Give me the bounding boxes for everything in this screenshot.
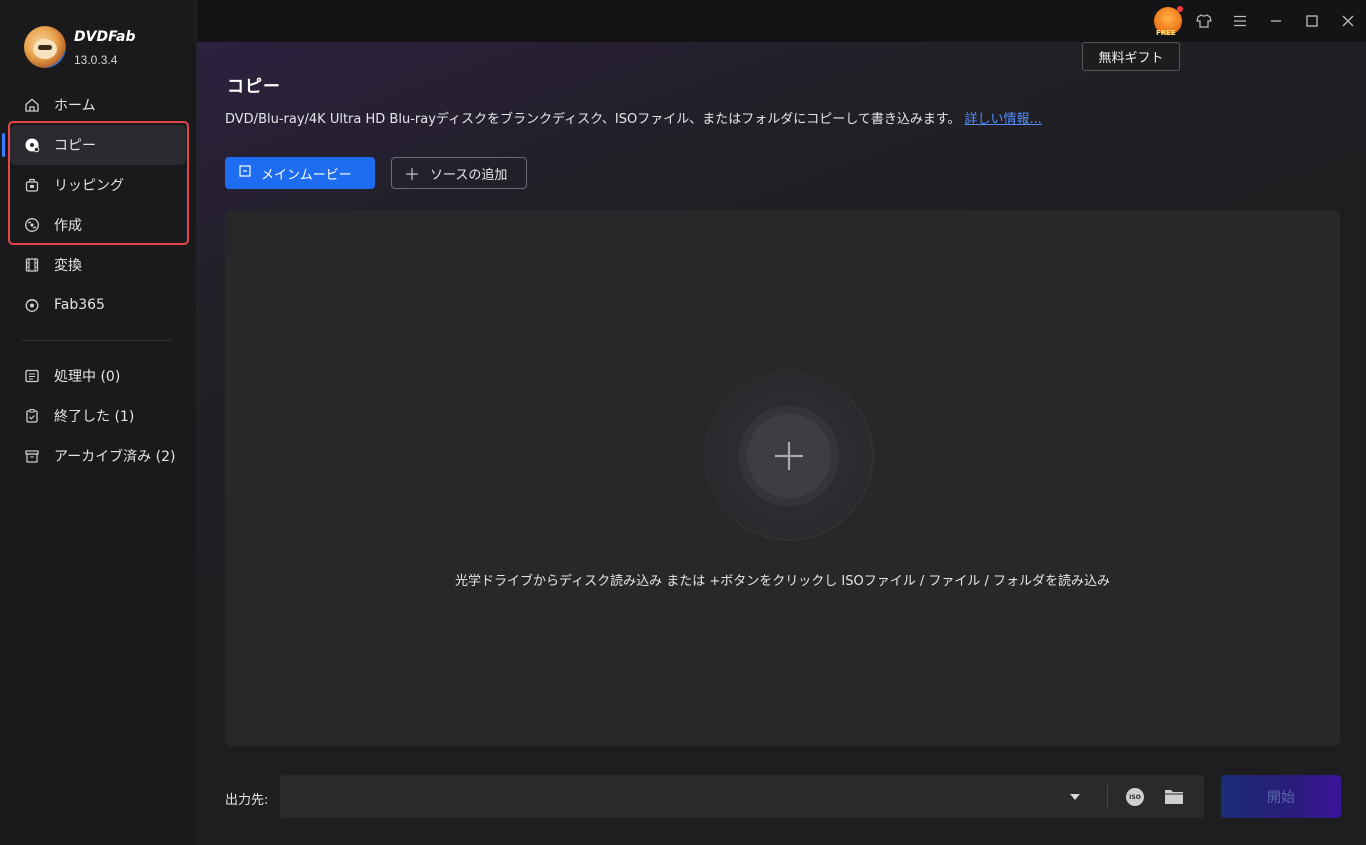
drop-zone[interactable]: 光学ドライブからディスク読み込み または +ボタンをクリックし ISOファイル … [225,210,1340,746]
home-icon [24,97,40,113]
clipboard-check-icon [24,408,40,424]
drop-hint: 光学ドライブからディスク読み込み または +ボタンをクリックし ISOファイル … [455,574,1110,589]
iso-button[interactable]: ISO [1126,788,1144,806]
sidebar-item-label: ホーム [54,98,96,114]
more-info-link[interactable]: 詳しい情報... [965,112,1042,127]
sidebar-item-ripping[interactable]: リッピング [10,165,186,205]
output-path-input[interactable] [280,775,1060,818]
sidebar-item-home[interactable]: ホーム [10,85,186,125]
sidebar-item-label: 変換 [54,258,82,274]
main-nav: ホーム コピー リッピング 作成 変換 Fab365 [2,85,186,325]
sidebar-item-convert[interactable]: 変換 [10,245,186,285]
create-icon [24,217,40,233]
mode-icon [239,165,251,181]
main-content: コピー DVD/Blu-ray/4K Ultra HD Blu-rayディスクを… [197,42,1366,845]
menu-icon [1234,15,1246,27]
queue-nav: 処理中 (0) 終了した (1) アーカイブ済み (2) [10,356,186,476]
add-source-label: ソースの追加 [430,167,508,183]
brand: DVDFab 13.0.3.4 [24,26,136,68]
folder-button[interactable] [1164,788,1184,805]
sidebar: DVDFab 13.0.3.4 ホーム コピー リッピング 作成 変換 Fab3… [0,0,197,845]
plus-icon: ＋ [404,165,421,184]
sidebar-item-fab365[interactable]: Fab365 [10,285,186,325]
start-button[interactable]: 開始 [1221,775,1341,818]
output-field: ISO [280,775,1204,818]
sidebar-item-finished[interactable]: 終了した (1) [10,396,186,436]
maximize-icon [1306,15,1318,27]
menu-button[interactable] [1222,0,1258,42]
skin-button[interactable] [1186,0,1222,42]
plus-icon [775,442,803,470]
gift-tooltip: 無料ギフト [1082,42,1180,71]
dvdfab-logo-icon [24,26,66,68]
add-file-button[interactable] [747,414,831,498]
app-version: 13.0.3.4 [74,53,118,67]
film-icon [24,257,40,273]
sidebar-item-label: 作成 [54,218,82,234]
folder-icon [1165,790,1183,804]
sidebar-item-label: 終了した (1) [54,409,135,425]
iso-label: ISO [1129,793,1141,801]
gift-icon [1154,6,1183,37]
list-icon [24,368,40,384]
chevron-down-icon [1070,793,1080,800]
close-button[interactable] [1330,0,1366,42]
mode-button-label: メインムービー [261,167,352,183]
sidebar-divider [22,340,172,341]
archive-icon [24,448,40,464]
minimize-button[interactable] [1258,0,1294,42]
add-source-button[interactable]: ＋ ソースの追加 [391,157,527,189]
fab365-icon [24,297,40,313]
add-ring [705,372,873,540]
rip-icon [24,177,40,193]
sidebar-item-label: コピー [54,138,96,154]
page-description: DVD/Blu-ray/4K Ultra HD Blu-rayディスクをブランク… [225,108,1042,127]
title-bar [197,0,1366,42]
sidebar-item-copy[interactable]: コピー [2,125,186,165]
sidebar-item-label: 処理中 (0) [54,369,121,385]
page-title: コピー [227,77,281,97]
main-movie-mode-button[interactable]: メインムービー [225,157,375,189]
maximize-button[interactable] [1294,0,1330,42]
output-label: 出力先: [225,793,269,808]
description-text: DVD/Blu-ray/4K Ultra HD Blu-rayディスクをブランク… [225,112,961,127]
output-dropdown-button[interactable] [1064,775,1086,818]
shirt-icon [1196,14,1212,28]
free-gift-button[interactable] [1150,0,1186,42]
sidebar-item-label: アーカイブ済み (2) [54,449,176,465]
sidebar-item-archived[interactable]: アーカイブ済み (2) [10,436,186,476]
disc-icon [24,137,40,153]
app-name: DVDFab [74,29,136,45]
sidebar-item-create[interactable]: 作成 [10,205,186,245]
output-separator [1107,785,1108,809]
sidebar-item-label: Fab365 [54,297,105,313]
minimize-icon [1271,20,1281,22]
sidebar-item-label: リッピング [54,178,124,194]
close-icon [1342,15,1354,27]
sidebar-item-processing[interactable]: 処理中 (0) [10,356,186,396]
